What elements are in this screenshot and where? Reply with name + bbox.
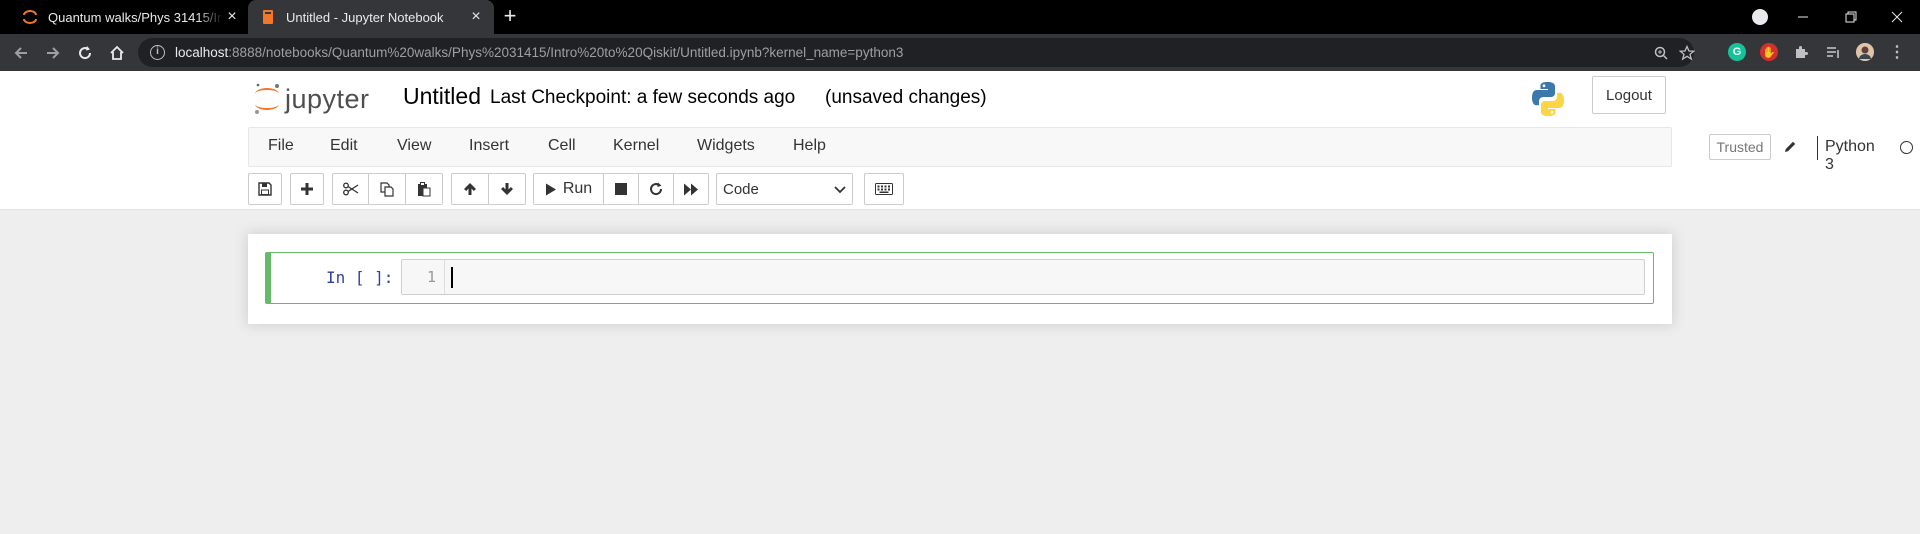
bookmark-star-icon[interactable] <box>1678 44 1696 62</box>
copy-button[interactable] <box>368 173 406 205</box>
menu-cell[interactable]: Cell <box>548 137 576 155</box>
cell-type-value: Code <box>723 180 759 198</box>
interrupt-kernel-button[interactable] <box>603 173 639 205</box>
home-icon[interactable] <box>104 40 130 66</box>
profile-avatar-icon[interactable] <box>1856 43 1874 61</box>
run-label: Run <box>562 180 593 197</box>
jupyter-favicon-icon <box>22 9 38 25</box>
notebook-toolbar: Run Code <box>0 172 1920 210</box>
url-path: :8888/notebooks/Quantum%20walks/Phys%203… <box>228 45 904 60</box>
notebook-name[interactable]: Untitled <box>403 83 481 110</box>
restore-icon[interactable] <box>1828 0 1874 34</box>
command-palette-button[interactable] <box>864 173 904 205</box>
kernel-idle-indicator-icon <box>1900 141 1913 154</box>
paste-icon <box>418 181 431 196</box>
code-editor[interactable]: 1 <box>401 259 1645 295</box>
insert-cell-button[interactable] <box>290 173 324 205</box>
arrow-down-icon <box>501 183 513 195</box>
new-tab-icon[interactable]: + <box>498 5 522 29</box>
restart-kernel-button[interactable] <box>638 173 674 205</box>
line-number-gutter: 1 <box>402 260 445 294</box>
tab-title: Quantum walks/Phys 31415/Intro to Qiskit… <box>48 9 223 25</box>
site-info-icon[interactable]: i <box>150 45 165 60</box>
jupyter-header: jupyter Untitled Last Checkpoint: a few … <box>0 71 1920 127</box>
logout-button[interactable]: Logout <box>1592 76 1666 114</box>
menu-edit[interactable]: Edit <box>330 137 358 155</box>
chevron-down-icon <box>834 183 846 197</box>
move-down-button[interactable] <box>488 173 526 205</box>
extensions-puzzle-icon[interactable] <box>1792 43 1810 61</box>
forward-icon[interactable] <box>40 40 66 66</box>
move-up-button[interactable] <box>451 173 489 205</box>
jupyter-logo-icon <box>255 83 279 114</box>
chrome-profile-icon[interactable] <box>1752 9 1768 25</box>
notebook-container: In [ ]: 1 <box>248 234 1672 324</box>
menu-insert[interactable]: Insert <box>469 137 509 155</box>
edit-mode-pencil-icon <box>1781 138 1799 156</box>
save-button[interactable] <box>248 173 282 205</box>
blocker-extension-icon[interactable]: ✋ <box>1760 43 1778 61</box>
fast-forward-icon <box>684 183 698 195</box>
menubar: File Edit View Insert Cell Kernel Widget… <box>248 127 1913 173</box>
input-prompt: In [ ]: <box>326 268 394 287</box>
menu-file[interactable]: File <box>268 137 294 155</box>
chrome-menu-icon[interactable]: ⋮ <box>1888 43 1906 61</box>
menu-kernel[interactable]: Kernel <box>613 137 659 155</box>
autosave-status: (unsaved changes) <box>825 87 987 108</box>
browser-tab-quantum-walks[interactable]: Quantum walks/Phys 31415/Intro to Qiskit… <box>12 0 248 34</box>
jupyter-wordmark: jupyter <box>285 83 370 114</box>
copy-icon <box>380 181 394 197</box>
notebook-favicon-icon <box>260 9 276 25</box>
python-logo-icon <box>1528 79 1568 119</box>
run-button[interactable]: Run <box>533 173 604 205</box>
menubar-container: File Edit View Insert Cell Kernel Widget… <box>0 127 1920 173</box>
browser-tab-untitled[interactable]: Untitled - Jupyter Notebook × <box>248 0 494 34</box>
checkpoint-status: Last Checkpoint: a few seconds ago <box>490 87 796 108</box>
browser-tab-strip: Quantum walks/Phys 31415/Intro to Qiskit… <box>0 0 1920 34</box>
keyboard-icon <box>875 183 893 195</box>
menu-view[interactable]: View <box>397 137 431 155</box>
stop-icon <box>615 183 627 195</box>
back-icon[interactable] <box>8 40 34 66</box>
url-host: localhost <box>175 45 229 60</box>
kernel-divider <box>1817 136 1818 160</box>
restart-icon <box>650 182 663 196</box>
reading-list-icon[interactable] <box>1824 43 1842 61</box>
address-bar[interactable]: i localhost:8888/notebooks/Quantum%20wal… <box>138 38 1696 67</box>
tab-title: Untitled - Jupyter Notebook <box>286 9 444 25</box>
notebook-area: In [ ]: 1 <box>0 210 1920 534</box>
line-number: 1 <box>426 268 436 286</box>
play-icon <box>545 183 556 195</box>
trusted-indicator[interactable]: Trusted <box>1709 134 1771 160</box>
minimize-icon[interactable] <box>1780 0 1826 34</box>
close-window-icon[interactable] <box>1874 0 1920 34</box>
cut-button[interactable] <box>332 173 369 205</box>
menu-help[interactable]: Help <box>793 137 826 155</box>
restart-run-all-button[interactable] <box>673 173 709 205</box>
arrow-up-icon <box>464 183 476 195</box>
save-icon <box>258 182 272 196</box>
url-text[interactable]: localhost:8888/notebooks/Quantum%20walks… <box>175 45 903 60</box>
cell-type-select[interactable]: Code <box>716 173 853 205</box>
scissors-icon <box>342 182 358 196</box>
grammarly-extension-icon[interactable]: G <box>1728 43 1746 61</box>
browser-toolbar: i localhost:8888/notebooks/Quantum%20wal… <box>0 34 1920 71</box>
paste-button[interactable] <box>405 173 443 205</box>
menu-widgets[interactable]: Widgets <box>697 137 755 155</box>
zoom-icon[interactable] <box>1652 44 1670 62</box>
text-cursor <box>451 267 453 288</box>
plus-icon <box>301 183 313 195</box>
close-tab-icon[interactable]: × <box>224 9 240 25</box>
code-cell-selected[interactable]: In [ ]: 1 <box>265 252 1654 304</box>
reload-icon[interactable] <box>72 40 98 66</box>
jupyter-logo[interactable]: jupyter <box>252 79 384 119</box>
kernel-name[interactable]: Python 3 <box>1825 138 1875 174</box>
close-tab-icon[interactable]: × <box>468 9 484 25</box>
